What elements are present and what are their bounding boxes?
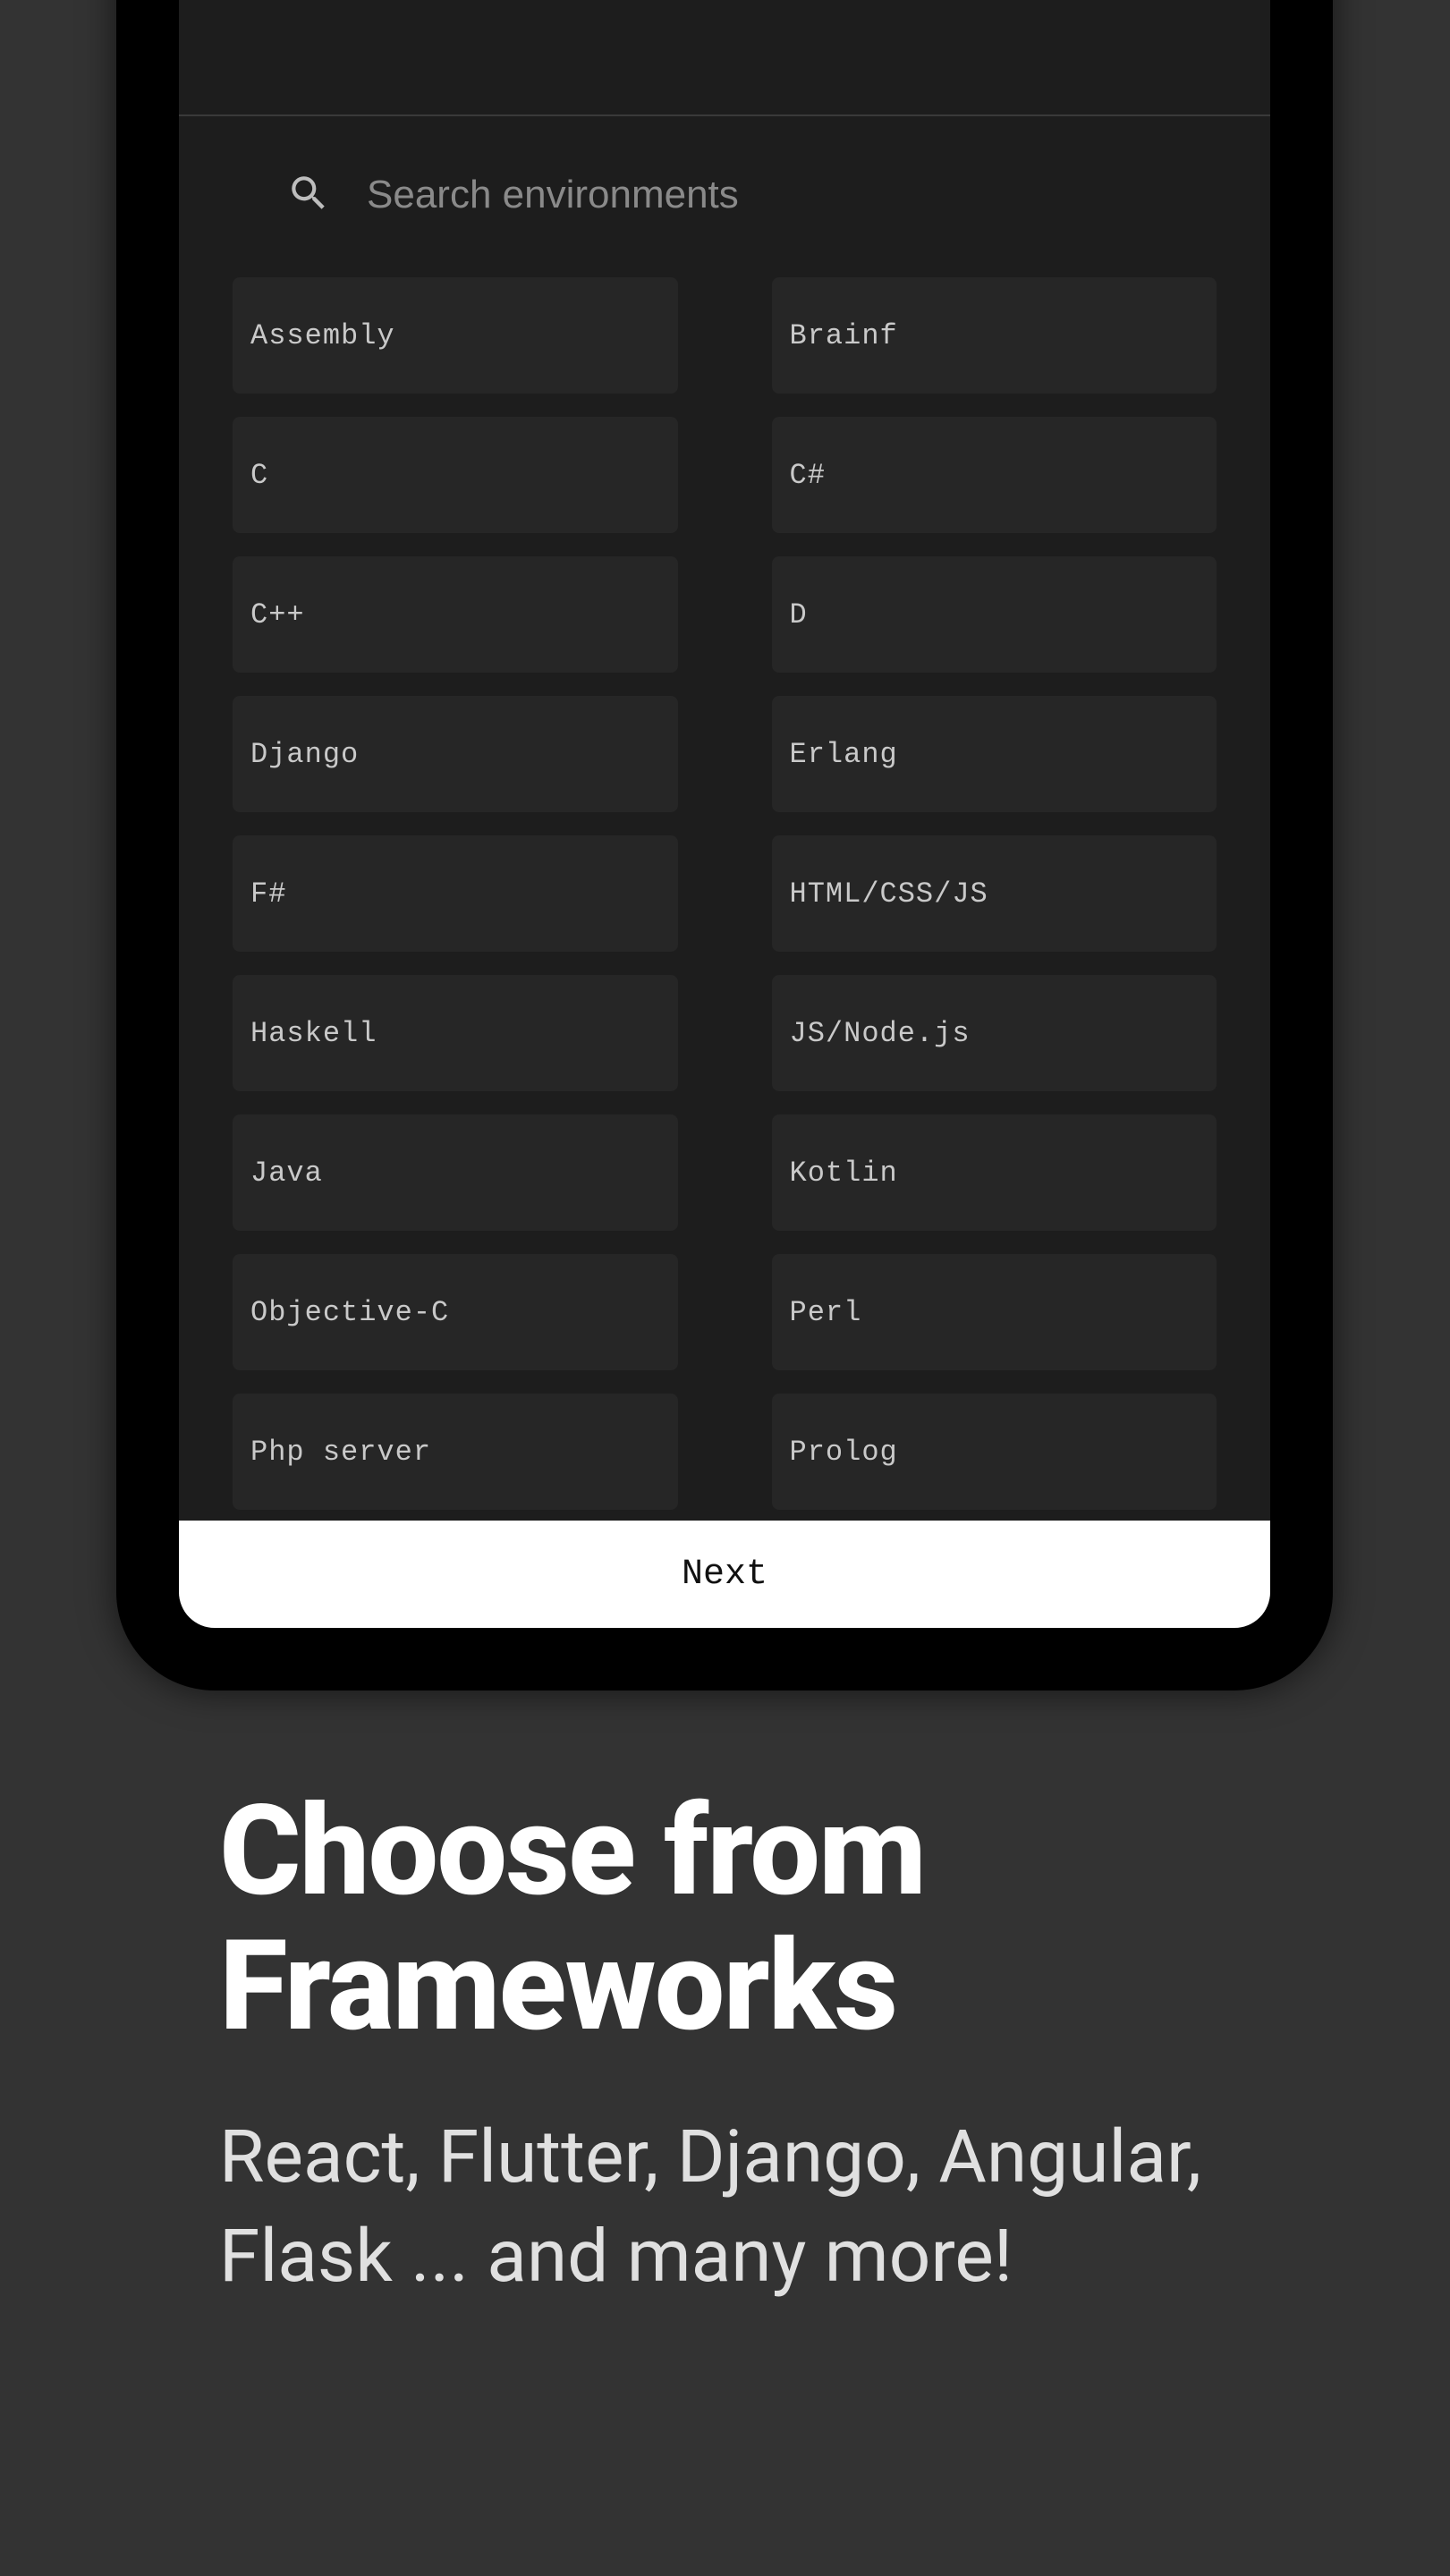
marketing-title: Choose from Frameworks — [219, 1784, 1307, 2055]
env-label: HTML/CSS/JS — [790, 877, 988, 911]
env-tile[interactable]: Php server — [233, 1394, 678, 1510]
env-tile[interactable]: C# — [772, 417, 1217, 533]
env-label: Prolog — [790, 1436, 898, 1469]
marketing-copy: Choose from Frameworks React, Flutter, D… — [219, 1784, 1307, 2307]
env-tile[interactable]: Prolog — [772, 1394, 1217, 1510]
next-label: Next — [682, 1555, 767, 1595]
env-tile[interactable]: C++ — [233, 556, 678, 673]
env-label: Perl — [790, 1296, 862, 1329]
next-button[interactable]: Next — [179, 1521, 1270, 1628]
env-label: C# — [790, 459, 826, 492]
env-tile[interactable]: F# — [233, 835, 678, 952]
env-tile[interactable]: Brainf — [772, 277, 1217, 394]
env-label: Haskell — [250, 1017, 377, 1050]
screen: Assembly Brainf C C# C++ D Django Erlang… — [179, 0, 1270, 1628]
env-tile[interactable]: Erlang — [772, 696, 1217, 812]
phone-frame: Assembly Brainf C C# C++ D Django Erlang… — [116, 0, 1333, 1690]
environment-grid: Assembly Brainf C C# C++ D Django Erlang… — [233, 277, 1217, 1521]
search-input[interactable] — [367, 173, 1163, 217]
env-label: Php server — [250, 1436, 431, 1469]
env-label: Brainf — [790, 319, 898, 352]
env-tile[interactable]: HTML/CSS/JS — [772, 835, 1217, 952]
env-label: Objective-C — [250, 1296, 449, 1329]
env-tile[interactable]: JS/Node.js — [772, 975, 1217, 1091]
env-label: Assembly — [250, 319, 395, 352]
env-label: Java — [250, 1157, 323, 1190]
env-tile[interactable]: C — [233, 417, 678, 533]
env-label: Kotlin — [790, 1157, 898, 1190]
divider — [179, 114, 1270, 116]
env-label: C++ — [250, 598, 305, 631]
env-tile[interactable]: Perl — [772, 1254, 1217, 1370]
env-label: Erlang — [790, 738, 898, 771]
marketing-subtitle: React, Flutter, Django, Angular, Flask .… — [219, 2108, 1307, 2306]
env-label: C — [250, 459, 268, 492]
env-label: JS/Node.js — [790, 1017, 971, 1050]
env-tile[interactable]: D — [772, 556, 1217, 673]
search-icon — [286, 171, 331, 219]
env-tile[interactable]: Objective-C — [233, 1254, 678, 1370]
env-tile[interactable]: Django — [233, 696, 678, 812]
env-tile[interactable]: Java — [233, 1114, 678, 1231]
env-tile[interactable]: Assembly — [233, 277, 678, 394]
search-bar[interactable] — [233, 146, 1217, 244]
env-label: D — [790, 598, 808, 631]
env-label: F# — [250, 877, 286, 911]
env-tile[interactable]: Kotlin — [772, 1114, 1217, 1231]
env-tile[interactable]: Haskell — [233, 975, 678, 1091]
env-label: Django — [250, 738, 359, 771]
